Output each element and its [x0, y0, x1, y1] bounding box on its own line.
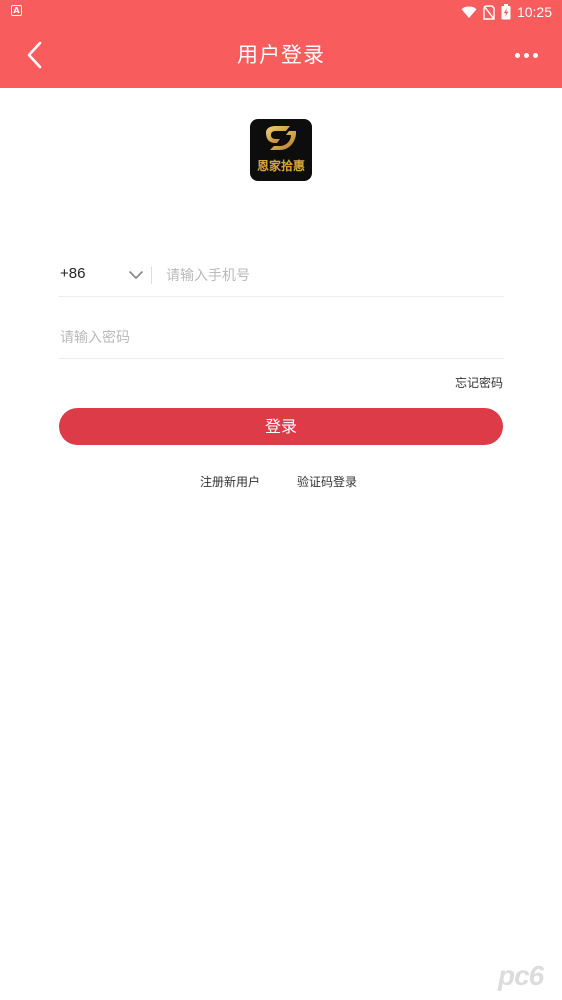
nav-bar: 用户登录 [0, 24, 562, 88]
more-horizontal-icon-dot [523, 52, 529, 58]
password-input[interactable] [60, 325, 490, 351]
page-title: 用户登录 [237, 43, 325, 67]
status-time: 10:25 [516, 4, 552, 20]
watermark-logo: pc6 [498, 960, 552, 992]
forgot-password-link[interactable]: 忘记密码 [455, 374, 503, 391]
phone-row: +86 [58, 255, 504, 297]
chevron-down-icon[interactable] [128, 269, 144, 281]
watermark-text: pc6 [498, 960, 544, 991]
alt-links: 注册新用户 验证码登录 [0, 473, 562, 493]
divider [151, 267, 152, 284]
password-row [58, 317, 504, 359]
app-notification-icon: A [11, 5, 22, 16]
more-horizontal-icon-dot [532, 52, 538, 58]
logo-text: 恩家拾惠 [256, 159, 305, 173]
more-horizontal-icon-dot [514, 52, 520, 58]
register-link[interactable]: 注册新用户 [200, 473, 260, 490]
status-icons: 10:25 [461, 2, 552, 22]
phone-input[interactable] [166, 263, 496, 289]
sms-login-link[interactable]: 验证码登录 [297, 473, 357, 490]
app-logo: 恩家拾惠 [250, 119, 312, 181]
logo-emblem-icon [266, 126, 296, 150]
more-button[interactable] [506, 40, 546, 70]
status-bar: A 10:25 [0, 0, 562, 24]
app-header: A 10:25 用户登录 [0, 0, 562, 88]
battery-charging-icon [501, 4, 511, 20]
no-sim-icon [483, 4, 495, 20]
wifi-icon [461, 6, 477, 18]
country-code-select[interactable]: +86 [60, 265, 85, 282]
login-button[interactable]: 登录 [59, 408, 503, 445]
